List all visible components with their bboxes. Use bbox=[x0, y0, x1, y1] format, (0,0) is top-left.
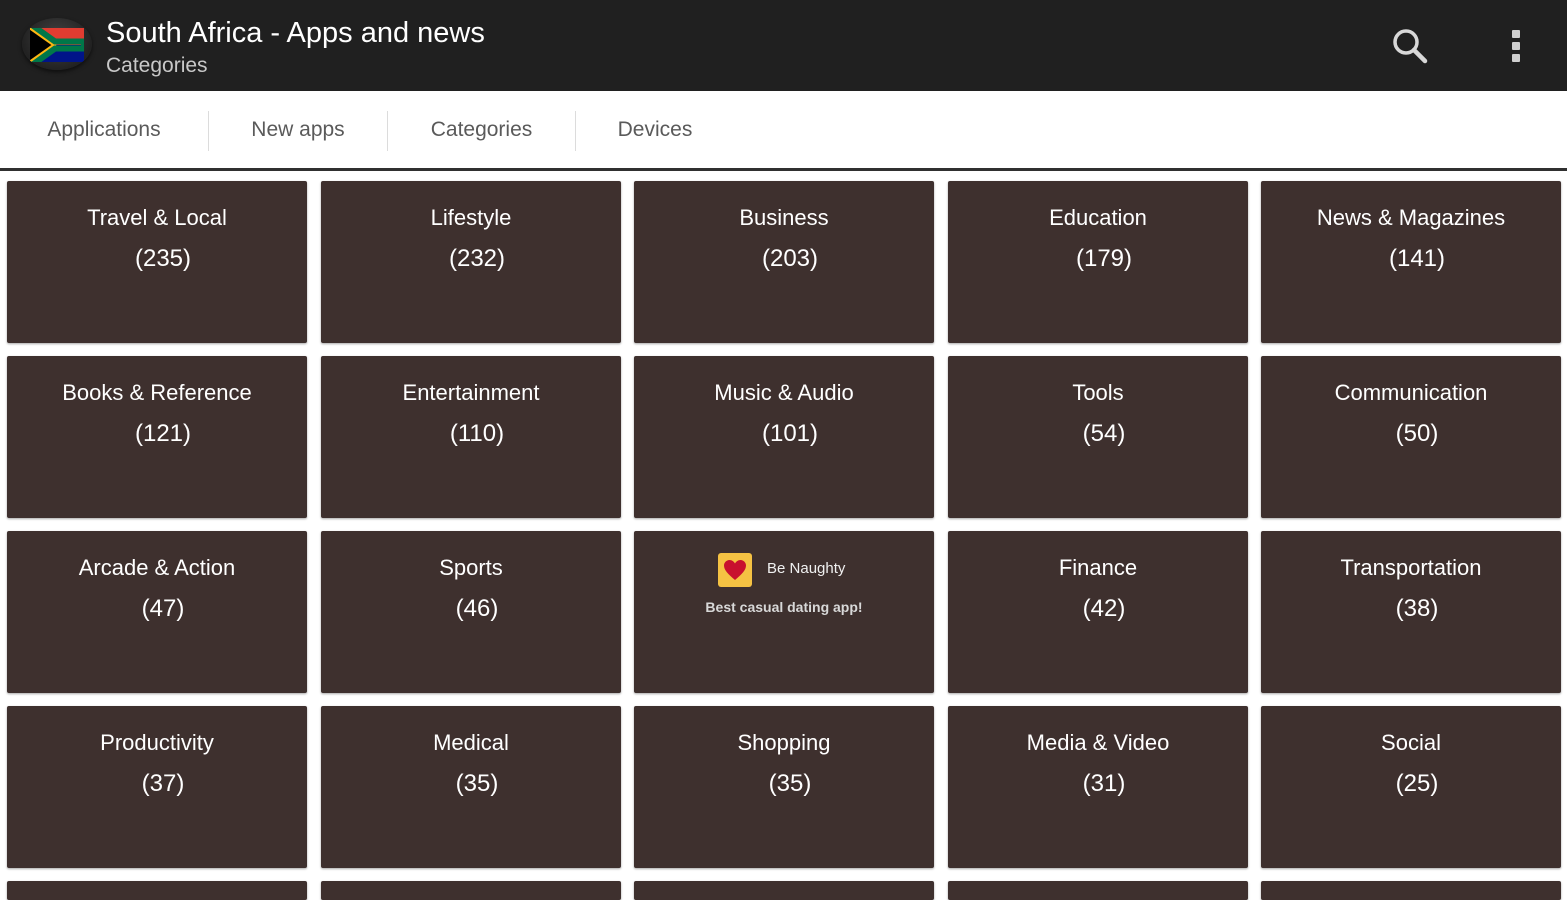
category-tile[interactable]: Social (25) bbox=[1261, 706, 1561, 868]
app-subtitle: Categories bbox=[106, 54, 208, 77]
category-count: (31) bbox=[1082, 770, 1126, 797]
category-tile-partial[interactable] bbox=[7, 881, 307, 900]
category-tile[interactable]: Music & Audio (101) bbox=[634, 356, 934, 518]
category-count: (38) bbox=[1395, 595, 1439, 622]
category-count: (235) bbox=[134, 245, 192, 272]
category-tile-partial[interactable] bbox=[948, 881, 1248, 900]
category-count: (54) bbox=[1082, 420, 1126, 447]
category-count: (37) bbox=[141, 770, 185, 797]
search-icon bbox=[1393, 29, 1428, 64]
ad-app-icon bbox=[718, 553, 752, 587]
category-tile[interactable]: Books & Reference (121) bbox=[7, 356, 307, 518]
tab-categories[interactable]: Categories bbox=[388, 91, 575, 168]
category-tile[interactable]: Media & Video (31) bbox=[948, 706, 1248, 868]
category-name: Music & Audio bbox=[714, 380, 854, 405]
category-name: Sports bbox=[439, 555, 503, 580]
category-count: (101) bbox=[761, 420, 819, 447]
tab-applications[interactable]: Applications bbox=[0, 91, 208, 168]
category-tile[interactable]: Arcade & Action (47) bbox=[7, 531, 307, 693]
category-name: Communication bbox=[1334, 380, 1488, 405]
ad-tagline: Best casual dating app! bbox=[705, 599, 863, 615]
category-count: (141) bbox=[1388, 245, 1446, 272]
category-name: Shopping bbox=[737, 730, 831, 755]
category-tile[interactable]: Sports (46) bbox=[321, 531, 621, 693]
category-name: Business bbox=[739, 205, 829, 230]
category-count: (50) bbox=[1395, 420, 1439, 447]
category-name: Medical bbox=[433, 730, 509, 755]
category-name: News & Magazines bbox=[1316, 205, 1506, 230]
category-tile-partial[interactable] bbox=[634, 881, 934, 900]
heart-icon bbox=[724, 560, 746, 580]
category-tile[interactable]: Business (203) bbox=[634, 181, 934, 343]
category-tile[interactable]: News & Magazines (141) bbox=[1261, 181, 1561, 343]
category-name: Tools bbox=[1072, 380, 1124, 405]
category-count: (47) bbox=[141, 595, 185, 622]
category-count: (110) bbox=[449, 420, 505, 447]
tab-label: Categories bbox=[430, 117, 533, 141]
overflow-menu-button[interactable] bbox=[1492, 22, 1540, 70]
category-tile[interactable]: Medical (35) bbox=[321, 706, 621, 868]
category-count: (232) bbox=[448, 245, 506, 272]
category-name: Books & Reference bbox=[62, 380, 252, 405]
category-count: (121) bbox=[134, 420, 192, 447]
category-tile[interactable]: Lifestyle (232) bbox=[321, 181, 621, 343]
category-name: Transportation bbox=[1340, 555, 1482, 580]
category-tile[interactable]: Transportation (38) bbox=[1261, 531, 1561, 693]
category-tile[interactable]: Shopping (35) bbox=[634, 706, 934, 868]
tab-label: New apps bbox=[251, 117, 345, 141]
ad-banner-tile[interactable]: Be Naughty Best casual dating app! bbox=[634, 531, 934, 693]
category-name: Social bbox=[1381, 730, 1441, 755]
search-button[interactable] bbox=[1386, 22, 1434, 70]
category-count: (203) bbox=[761, 245, 819, 272]
category-name: Travel & Local bbox=[87, 205, 227, 230]
tab-label: Applications bbox=[47, 117, 161, 141]
app-title: South Africa - Apps and news bbox=[106, 17, 485, 49]
category-count: (42) bbox=[1082, 595, 1126, 622]
category-count: (35) bbox=[455, 770, 499, 797]
category-name: Arcade & Action bbox=[78, 555, 236, 580]
category-name: Productivity bbox=[100, 730, 214, 755]
category-count: (179) bbox=[1075, 245, 1133, 272]
south-africa-flag-icon[interactable] bbox=[22, 18, 92, 70]
category-tile[interactable]: Education (179) bbox=[948, 181, 1248, 343]
category-name: Lifestyle bbox=[430, 205, 512, 230]
tab-bar: Applications New apps Categories Devices bbox=[0, 91, 1567, 171]
category-count: (35) bbox=[768, 770, 812, 797]
ad-app-name: Be Naughty bbox=[767, 560, 846, 577]
category-count: (46) bbox=[455, 595, 499, 622]
category-name: Media & Video bbox=[1026, 730, 1170, 755]
category-tile-partial[interactable] bbox=[1261, 881, 1561, 900]
tab-devices[interactable]: Devices bbox=[576, 91, 734, 168]
category-count: (25) bbox=[1395, 770, 1439, 797]
category-tile-partial[interactable] bbox=[321, 881, 621, 900]
category-tile[interactable]: Travel & Local (235) bbox=[7, 181, 307, 343]
category-name: Education bbox=[1049, 205, 1147, 230]
tab-label: Devices bbox=[617, 117, 693, 141]
category-tile[interactable]: Entertainment (110) bbox=[321, 356, 621, 518]
category-name: Entertainment bbox=[402, 380, 540, 405]
category-name: Finance bbox=[1058, 555, 1138, 580]
overflow-menu-icon bbox=[1512, 30, 1520, 62]
tab-new-apps[interactable]: New apps bbox=[209, 91, 387, 168]
category-tile[interactable]: Finance (42) bbox=[948, 531, 1248, 693]
category-tile[interactable]: Productivity (37) bbox=[7, 706, 307, 868]
category-tile[interactable]: Tools (54) bbox=[948, 356, 1248, 518]
category-tile[interactable]: Communication (50) bbox=[1261, 356, 1561, 518]
action-bar: South Africa - Apps and news Categories bbox=[0, 0, 1567, 91]
